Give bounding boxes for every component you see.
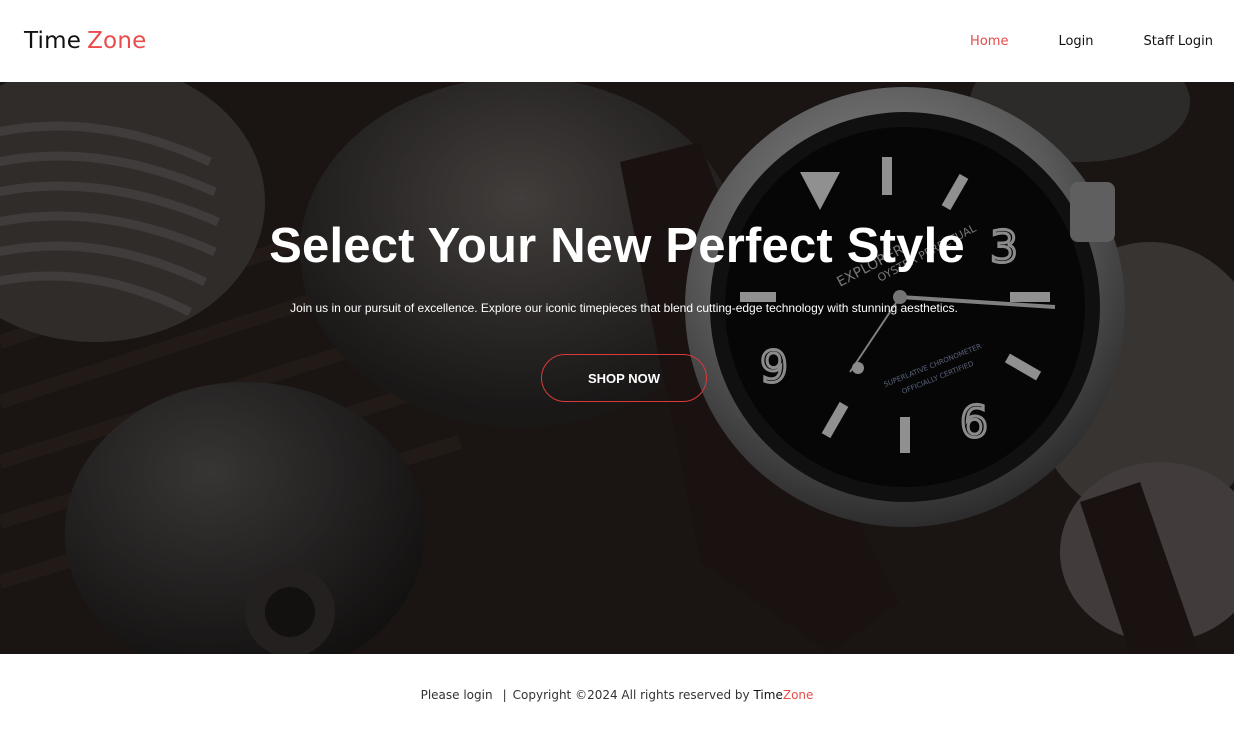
footer-copyright: Copyright ©2024 All rights reserved by: [512, 687, 750, 702]
shop-now-button[interactable]: SHOP NOW: [541, 354, 707, 402]
main-nav: Home Login Staff Login: [970, 34, 1213, 49]
nav-staff-login-link[interactable]: Staff Login: [1144, 34, 1213, 49]
footer-please-login: Please login: [420, 687, 493, 702]
nav-home-link[interactable]: Home: [970, 34, 1008, 49]
hero-subtitle: Join us in our pursuit of excellence. Ex…: [290, 301, 958, 315]
site-logo[interactable]: Time Zone: [24, 28, 146, 54]
hero-banner: 3 6 9 OYSTER PERPETUAL EXPLORER SUPERLAT…: [0, 82, 1234, 654]
site-header: Time Zone Home Login Staff Login: [0, 0, 1234, 82]
hero-title: Select Your New Perfect Style: [269, 219, 965, 273]
site-footer: Please login | Copyright ©2024 All right…: [0, 654, 1234, 735]
footer-brand-time: Time: [753, 687, 783, 702]
logo-text-zone: Zone: [87, 28, 147, 54]
footer-brand-zone: Zone: [782, 687, 814, 702]
logo-text-time: Time: [24, 28, 82, 54]
nav-login-link[interactable]: Login: [1058, 34, 1093, 49]
footer-separator: |: [502, 687, 507, 702]
